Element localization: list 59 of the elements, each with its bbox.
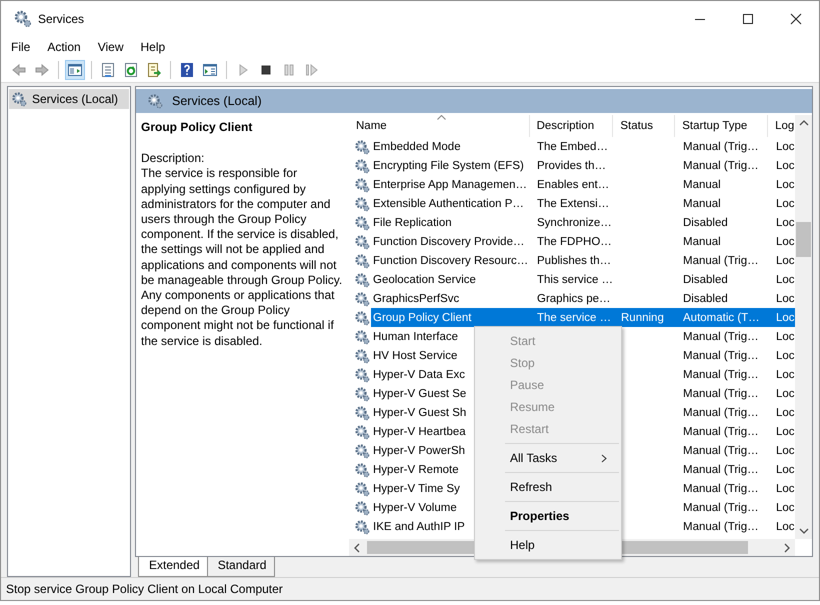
table-cell: Manual (Trig… <box>683 388 759 400</box>
table-cell: This service … <box>537 274 614 286</box>
table-cell: Loc <box>776 178 795 190</box>
table-cell: Manual (Trig… <box>683 482 759 494</box>
table-cell: Loc <box>776 198 795 210</box>
table-cell: Enables ent… <box>537 178 610 190</box>
table-cell: Manual (Trig… <box>683 140 759 152</box>
table-cell: The Embed… <box>537 140 608 152</box>
table-cell: Manual (Trig… <box>683 254 759 266</box>
table-cell: Manual (Trig… <box>683 368 759 380</box>
table-cell: Loc <box>776 502 795 514</box>
table-cell: Graphics pe… <box>537 292 611 304</box>
status-text: Stop service Group Policy Client on Local Computer <box>6 582 283 596</box>
table-cell: Manual <box>683 236 721 248</box>
table-cell: Disabled <box>683 274 728 286</box>
table-cell: Manual (Trig… <box>683 520 759 532</box>
table-cell: Loc <box>776 406 795 418</box>
table-cell: Publishes th… <box>537 254 612 266</box>
table-cell: Manual <box>683 178 721 190</box>
table-cell: Loc <box>776 254 795 266</box>
table-cell: Loc <box>776 388 795 400</box>
table-cell: Running <box>621 312 664 324</box>
table-cell: Loc <box>776 140 795 152</box>
service-title: Group Policy Client <box>141 120 254 136</box>
table-cell: The Extensi… <box>537 198 610 210</box>
table-cell: The FDPHO… <box>537 236 612 248</box>
table-cell: Loc <box>776 426 795 438</box>
table-cell: Loc <box>776 482 795 494</box>
table-cell: Manual (Trig… <box>683 330 759 342</box>
table-cell: Loc <box>776 464 795 476</box>
table-cell: Manual <box>683 198 721 210</box>
table-cell: Manual (Trig… <box>683 350 759 362</box>
table-cell: Loc <box>776 330 795 342</box>
table-cell: Loc <box>776 274 795 286</box>
table-cell: Loc <box>776 444 795 456</box>
pane-title: Services (Local) <box>172 94 262 108</box>
description-text: The service is responsible for applying settings configured by administrators for the computer and users through the Group Policy component. If the service is disabled, the settings will not be applied and applications and components will not be manageable through Group Policy. Any components or applications that depend on the Group Policy component might not be functional if the service is disabled. <box>141 166 344 349</box>
table-cell: Loc <box>776 350 795 362</box>
table-cell: Loc <box>776 236 795 248</box>
table-cell: Synchronize… <box>537 216 612 228</box>
table-cell: Manual (Trig… <box>683 464 759 476</box>
table-cell: Provides th… <box>537 160 606 172</box>
table-cell: Loc <box>776 368 795 380</box>
description-label: Description: <box>141 151 206 166</box>
table-cell: Manual (Trig… <box>683 160 759 172</box>
table-cell: Loc <box>776 292 795 304</box>
table-cell: Manual (Trig… <box>683 406 759 418</box>
table-cell: Automatic (T… <box>683 312 760 324</box>
table-cell: Loc <box>776 216 795 228</box>
table-cell: Loc <box>776 160 795 172</box>
table-cell: Manual (Trig… <box>683 502 759 514</box>
table-cell: Manual (Trig… <box>683 426 759 438</box>
table-cell: Loc <box>776 520 795 532</box>
window-title: Services <box>38 12 84 26</box>
table-cell: Manual (Trig… <box>683 444 759 456</box>
table-cell: Loc <box>776 312 795 324</box>
table-cell: Disabled <box>683 216 728 228</box>
table-cell: The service … <box>537 312 612 324</box>
table-cell: Disabled <box>683 292 728 304</box>
